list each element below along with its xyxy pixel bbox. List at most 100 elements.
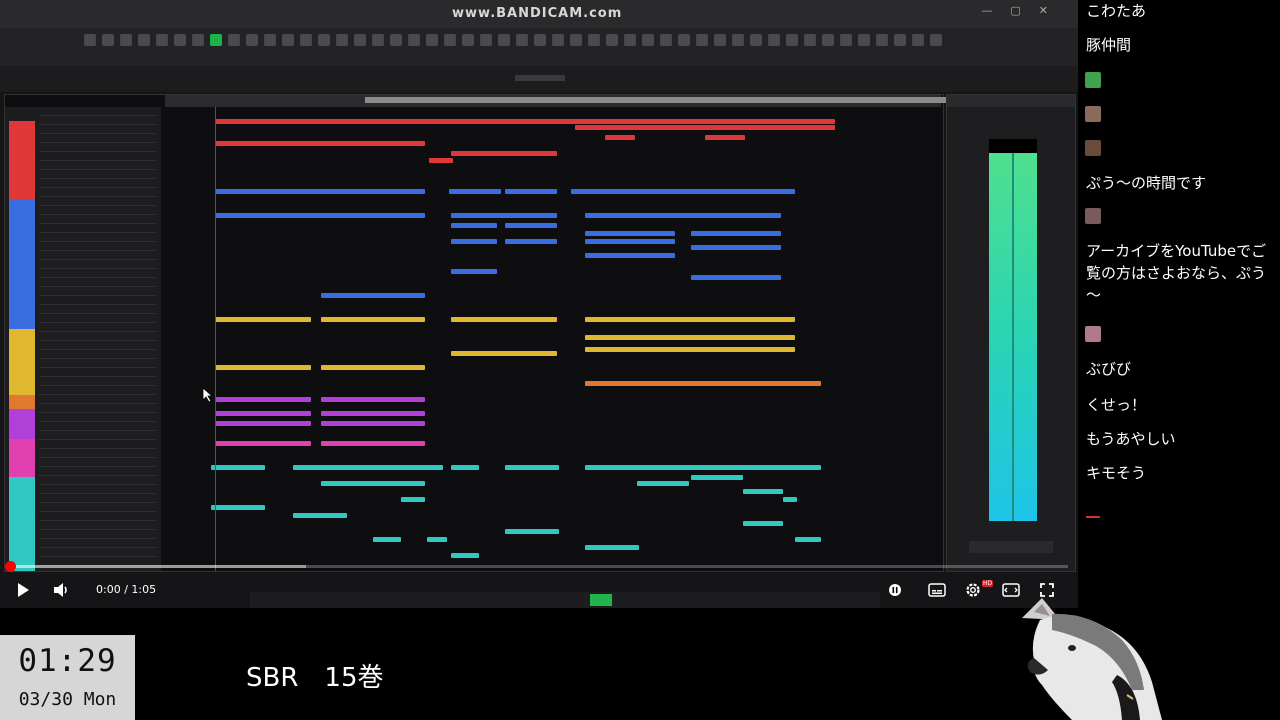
- midi-part: [451, 465, 479, 470]
- daw-tool-button: [300, 34, 312, 46]
- daw-info-line: [0, 66, 1078, 92]
- level-meter-panel: [946, 94, 1076, 572]
- midi-part: [215, 141, 425, 146]
- gear-icon[interactable]: [962, 580, 984, 600]
- midi-part: [505, 189, 557, 194]
- midi-part: [321, 481, 425, 486]
- midi-part: [451, 351, 557, 356]
- chat-avatar: [1085, 208, 1101, 224]
- daw-tool-button: [858, 34, 870, 46]
- midi-part: [211, 505, 265, 510]
- daw-tool-button: [228, 34, 240, 46]
- chat-avatar: [1085, 72, 1101, 88]
- chat-more-indicator: [1086, 516, 1100, 518]
- midi-part: [321, 293, 425, 298]
- daw-tool-button: [444, 34, 456, 46]
- live-chat: こわたあ 豚仲間 ぷう～の時間です アーカイブをYouTubeでご覧の方はさよおなら、…: [1078, 0, 1280, 600]
- chat-message: キモそう: [1086, 464, 1147, 482]
- daw-tool-button: [336, 34, 348, 46]
- daw-tool-button: [192, 34, 204, 46]
- daw-tool-button: [894, 34, 906, 46]
- midi-part: [691, 245, 781, 250]
- chat-avatar: [1085, 326, 1101, 342]
- daw-tool-button: [408, 34, 420, 46]
- midi-part: [215, 317, 311, 322]
- chat-message: こわたあ: [1086, 2, 1147, 20]
- daw-tool-button: [786, 34, 798, 46]
- midi-part: [215, 213, 425, 218]
- chat-avatar: [1085, 106, 1101, 122]
- daw-tool-button: [660, 34, 672, 46]
- midi-part: [585, 213, 781, 218]
- midi-part: [215, 411, 311, 416]
- chat-avatar: [1085, 140, 1101, 156]
- midi-part: [215, 441, 311, 446]
- midi-part: [321, 421, 425, 426]
- daw-tool-button: [318, 34, 330, 46]
- midi-part: [585, 231, 675, 236]
- midi-part: [449, 189, 501, 194]
- daw-tool-button: [174, 34, 186, 46]
- midi-part: [585, 545, 639, 550]
- midi-part: [429, 158, 453, 163]
- bandicam-watermark: www.BANDICAM.com: [452, 6, 623, 21]
- daw-tool-button: [534, 34, 546, 46]
- daw-tool-button: [516, 34, 528, 46]
- midi-part: [321, 365, 425, 370]
- midi-part: [293, 513, 347, 518]
- daw-tool-button: [426, 34, 438, 46]
- playback-cursor: [215, 107, 216, 571]
- scrubber-handle[interactable]: [5, 561, 16, 572]
- current-time: 0:00: [96, 583, 121, 596]
- pause-toggle-icon[interactable]: [884, 580, 906, 600]
- midi-part: [505, 239, 557, 244]
- duration: 1:05: [131, 583, 157, 596]
- daw-tool-button: [390, 34, 402, 46]
- daw-tool-button: [750, 34, 762, 46]
- midi-part: [783, 497, 797, 502]
- daw-tool-button: [822, 34, 834, 46]
- midi-part: [691, 275, 781, 280]
- midi-part: [743, 521, 783, 526]
- chat-message: くせっ！: [1086, 396, 1147, 414]
- midi-part: [451, 223, 497, 228]
- video-player[interactable]: www.BANDICAM.com —▢✕ 0:00 / 1:05 HD: [0, 0, 1078, 608]
- midi-part: [215, 189, 425, 194]
- midi-part: [401, 497, 425, 502]
- daw-tool-button: [138, 34, 150, 46]
- meter-buttons: [969, 541, 1053, 553]
- chat-message: 豚仲間: [1086, 36, 1132, 54]
- midi-part: [293, 465, 443, 470]
- midi-part: [585, 335, 795, 340]
- daw-tool-button: [768, 34, 780, 46]
- midi-part: [575, 125, 835, 130]
- daw-tool-button: [462, 34, 474, 46]
- husky-dog-image: [1022, 598, 1162, 720]
- clock-time: 01:29: [18, 643, 117, 679]
- daw-tool-button: [876, 34, 888, 46]
- daw-project-window: [4, 94, 1001, 572]
- midi-part: [585, 239, 675, 244]
- volume-icon[interactable]: [50, 580, 72, 600]
- chat-message: アーカイブをYouTubeでご覧の方はさよおなら、ぷう～: [1086, 242, 1267, 304]
- window-controls: —▢✕: [981, 4, 1066, 17]
- midi-part: [605, 135, 635, 140]
- daw-tool-button: [354, 34, 366, 46]
- hd-badge: HD: [982, 580, 994, 587]
- daw-tool-button: [642, 34, 654, 46]
- daw-tool-button: [246, 34, 258, 46]
- subtitles-icon[interactable]: [926, 580, 948, 600]
- daw-tool-button: [678, 34, 690, 46]
- midi-part: [691, 231, 781, 236]
- midi-part: [373, 537, 401, 542]
- daw-tool-button: [624, 34, 636, 46]
- midi-part: [571, 189, 795, 194]
- midi-part: [215, 397, 311, 402]
- video-progress-bar[interactable]: [5, 561, 1068, 572]
- event-display: [5, 95, 943, 571]
- play-icon[interactable]: [12, 580, 34, 600]
- daw-tool-button: [480, 34, 492, 46]
- midi-part: [321, 397, 425, 402]
- chat-message: ぶびび: [1086, 360, 1132, 378]
- mouse-pointer-icon: [202, 387, 214, 403]
